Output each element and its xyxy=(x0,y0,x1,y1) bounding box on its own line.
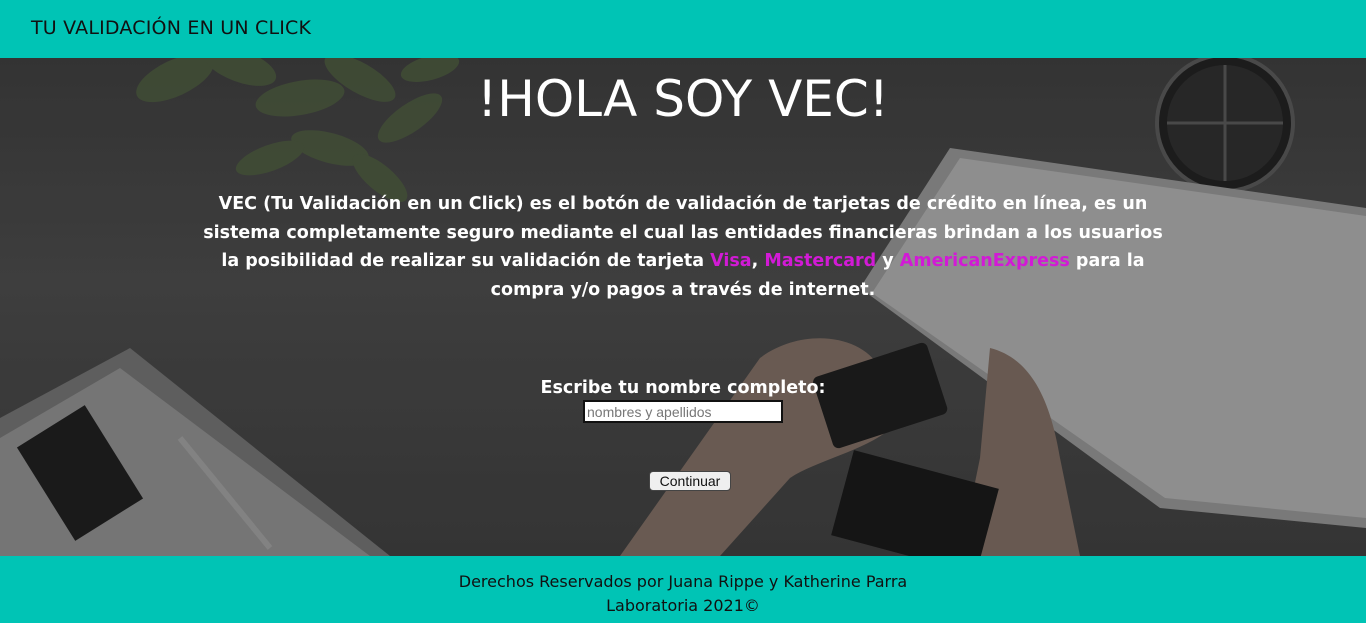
header-bar: TU VALIDACIÓN EN UN CLICK xyxy=(0,0,1366,58)
page: TU VALIDACIÓN EN UN CLICK !HOLA SOY VEC!… xyxy=(0,0,1366,623)
name-form: Escribe tu nombre completo: xyxy=(0,376,1366,423)
site-title: TU VALIDACIÓN EN UN CLICK xyxy=(31,17,312,39)
brand-mastercard: Mastercard xyxy=(764,251,877,271)
brand-americanexpress: AmericanExpress xyxy=(899,251,1070,271)
intro-separator-comma: , xyxy=(751,251,765,271)
continue-button[interactable]: Continuar xyxy=(649,471,731,491)
name-input[interactable] xyxy=(583,400,783,423)
footer-bar: Derechos Reservados por Juana Rippe y Ka… xyxy=(0,556,1366,623)
page-title: !HOLA SOY VEC! xyxy=(477,70,889,128)
brand-visa: Visa xyxy=(710,251,752,271)
footer-copyright: Derechos Reservados por Juana Rippe y Ka… xyxy=(458,572,908,591)
intro-separator-y: y xyxy=(876,251,900,271)
intro-paragraph: VEC (Tu Validación en un Click) es el bo… xyxy=(200,190,1166,304)
name-label: Escribe tu nombre completo: xyxy=(540,378,826,398)
footer-lab-credit: Laboratoria 2021© xyxy=(606,596,760,615)
